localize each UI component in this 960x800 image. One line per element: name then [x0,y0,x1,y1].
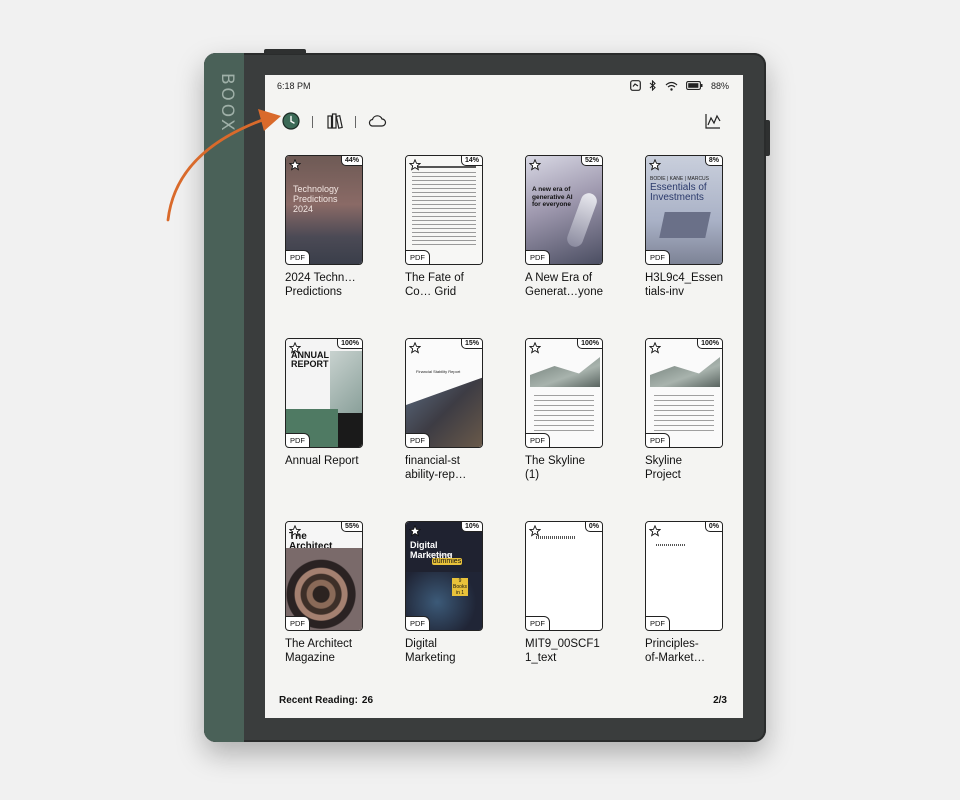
annotation-arrow [166,109,281,222]
